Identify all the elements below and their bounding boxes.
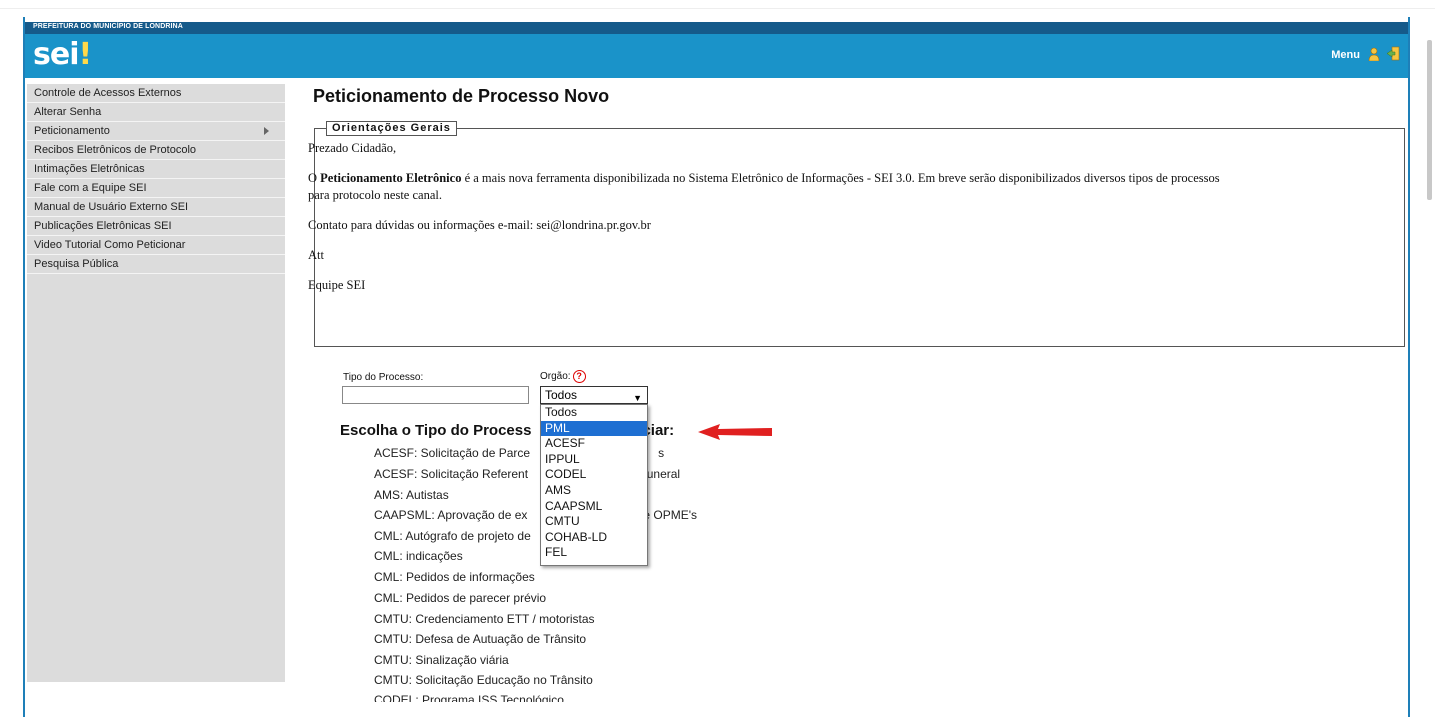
exit-icon[interactable]: [1386, 46, 1400, 61]
process-link[interactable]: CML: Pedidos de informações: [374, 570, 535, 584]
sidebar-item-controle-acessos[interactable]: Controle de Acessos Externos: [27, 84, 285, 103]
dropdown-option[interactable]: Todos: [541, 405, 647, 421]
dropdown-option-highlighted[interactable]: PML: [541, 420, 647, 437]
process-link[interactable]: CML: Autógrafo de projeto de: [374, 529, 531, 543]
page-title: Peticionamento de Processo Novo: [313, 86, 610, 106]
header-bar: sei! Menu: [25, 34, 1408, 78]
tipo-processo-label: Tipo do Processo:: [343, 372, 424, 383]
process-link[interactable]: CMTU: Credenciamento ETT / motoristas: [374, 612, 595, 626]
orgao-label-wrap: Orgão:?: [540, 370, 586, 383]
sidebar: Controle de Acessos Externos Alterar Sen…: [27, 84, 285, 682]
greeting-text: Prezado Cidadão,: [308, 141, 397, 155]
dropdown-option[interactable]: AMS: [541, 483, 647, 499]
process-link[interactable]: CMTU: Sinalização viária: [374, 653, 509, 667]
sidebar-item-pesquisa-publica[interactable]: Pesquisa Pública: [27, 255, 285, 274]
dropdown-option[interactable]: ACESF: [541, 436, 647, 452]
process-link[interactable]: CML: Pedidos de parecer prévio: [374, 591, 546, 605]
menu-link[interactable]: Menu: [1331, 49, 1360, 61]
sidebar-item-video-tutorial[interactable]: Video Tutorial Como Peticionar: [27, 236, 285, 255]
att-text: Att: [308, 248, 324, 262]
orientacoes-legend: Orientações Gerais: [326, 121, 457, 136]
org-name: PREFEITURA DO MUNICÍPIO DE LONDRINA: [33, 23, 183, 30]
user-icon[interactable]: [1368, 47, 1380, 61]
submenu-arrow-icon: [264, 127, 269, 135]
sidebar-item-fale-conosco[interactable]: Fale com a Equipe SEI: [27, 179, 285, 198]
red-arrow-annotation-icon: [698, 424, 772, 440]
team-text: Equipe SEI: [308, 278, 366, 292]
intro-paragraph-line2: para protocolo neste canal.: [308, 188, 442, 202]
process-link[interactable]: AMS: Autistas: [374, 488, 449, 502]
process-link[interactable]: CAAPSML: Aprovação de ex e OPME's: [374, 508, 697, 522]
dropdown-option[interactable]: CMTU: [541, 514, 647, 530]
sidebar-item-publicacoes[interactable]: Publicações Eletrônicas SEI: [27, 217, 285, 236]
intro-paragraph: O Peticionamento Eletrônico é a mais nov…: [308, 171, 1220, 185]
orgao-dropdown-list: Todos PML ACESF IPPUL CODEL AMS CAAPSML …: [540, 404, 648, 566]
browser-divider: [0, 8, 1435, 9]
help-icon[interactable]: ?: [572, 370, 586, 383]
orgao-select[interactable]: Todos ▼: [540, 386, 648, 404]
orientacoes-box: [314, 128, 1405, 347]
tipo-processo-input[interactable]: [342, 386, 529, 404]
dropdown-option[interactable]: CAAPSML: [541, 499, 647, 515]
sidebar-item-alterar-senha[interactable]: Alterar Senha: [27, 103, 285, 122]
dropdown-option[interactable]: FEL: [541, 545, 647, 561]
orgao-label: Orgão:: [540, 371, 571, 383]
dropdown-option[interactable]: IPPUL: [541, 452, 647, 468]
process-link[interactable]: CODEL: Programa ISS Tecnológico: [374, 693, 564, 702]
contact-text: Contato para dúvidas ou informações e-ma…: [308, 218, 651, 232]
sidebar-item-intimacoes[interactable]: Intimações Eletrônicas: [27, 160, 285, 179]
process-link[interactable]: CML: indicações: [374, 549, 463, 563]
sidebar-item-recibos[interactable]: Recibos Eletrônicos de Protocolo: [27, 141, 285, 160]
scrollbar-thumb[interactable]: [1427, 40, 1432, 200]
sidebar-item-manual[interactable]: Manual de Usuário Externo SEI: [27, 198, 285, 217]
org-bar: PREFEITURA DO MUNICÍPIO DE LONDRINA: [25, 22, 1408, 34]
process-link[interactable]: CMTU: Solicitação Educação no Trânsito: [374, 673, 593, 687]
dropdown-option[interactable]: COHAB-LD: [541, 530, 647, 546]
process-link[interactable]: CMTU: Defesa de Autuação de Trânsito: [374, 632, 586, 646]
sidebar-item-peticionamento[interactable]: Peticionamento: [27, 122, 285, 141]
sei-logo[interactable]: sei!: [33, 37, 92, 72]
dropdown-option[interactable]: CODEL: [541, 467, 647, 483]
